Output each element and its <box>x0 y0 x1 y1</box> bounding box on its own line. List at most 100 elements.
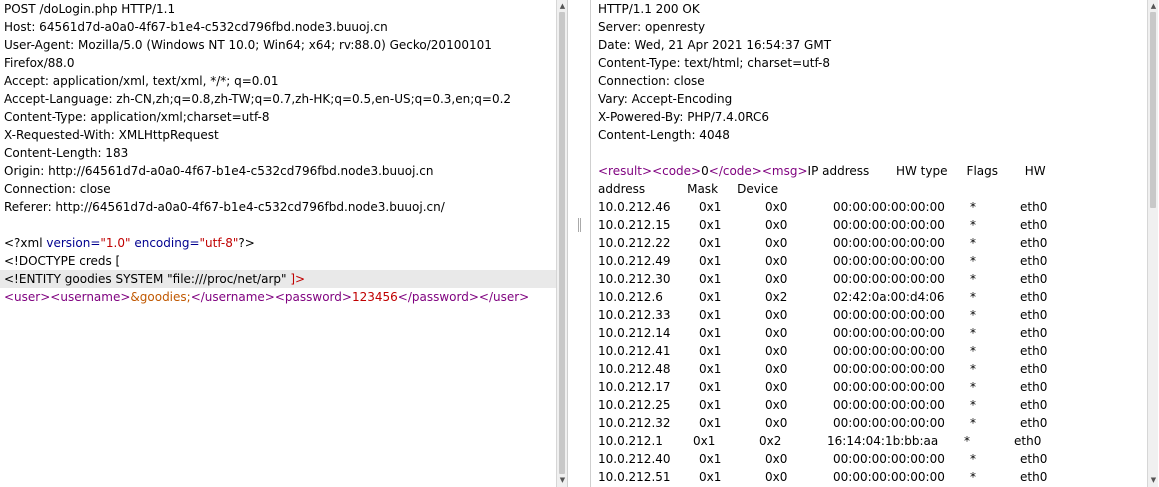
arp-cell-mac: 00:00:00:00:00:00 <box>833 362 945 376</box>
arp-cell-mask: * <box>970 218 976 232</box>
arp-cell-mask: * <box>970 254 976 268</box>
arp-cell-ip: 10.0.212.49 <box>598 254 671 268</box>
arp-cell-mac: 00:00:00:00:00:00 <box>833 344 945 358</box>
arp-row: 10.0.212.30 0x1 0x0 00:00:00:00:00:00 * eth0 <box>591 270 1146 288</box>
arp-cell-flags: 0x0 <box>765 362 788 376</box>
arp-cell-mask: * <box>970 344 976 358</box>
request-header-line: Referer: http://64561d7d-a0a0-4f67-b1e4-… <box>4 200 445 214</box>
scroll-down-icon[interactable]: ▼ <box>1149 476 1158 485</box>
response-blank-line <box>591 144 1146 162</box>
arp-cell-mac: 02:42:0a:00:d4:06 <box>833 290 945 304</box>
arp-row: 10.0.212.33 0x1 0x0 00:00:00:00:00:00 * eth0 <box>591 306 1146 324</box>
request-header-line: Origin: http://64561d7d-a0a0-4f67-b1e4-c… <box>4 164 434 178</box>
request-scrollbar[interactable]: ▲ ▼ <box>556 0 567 487</box>
request-scrollbar-thumb[interactable] <box>559 12 565 474</box>
arp-cell-ip: 10.0.212.1 <box>598 434 663 448</box>
arp-cell-device: eth0 <box>1020 272 1048 286</box>
arp-row: 10.0.212.40 0x1 0x0 00:00:00:00:00:00 * eth0 <box>591 450 1146 468</box>
arp-cell-type: 0x1 <box>699 200 722 214</box>
arp-row: 10.0.212.41 0x1 0x0 00:00:00:00:00:00 * eth0 <box>591 342 1146 360</box>
arp-cell-mask: * <box>970 452 976 466</box>
response-header-line: Date: Wed, 21 Apr 2021 16:54:37 GMT <box>598 38 832 52</box>
xml-body-line: <user><username>&goodies;</username><pas… <box>4 290 530 304</box>
pane-splitter[interactable] <box>567 0 591 487</box>
arp-cell-mask: * <box>970 236 976 250</box>
arp-row: 10.0.212.14 0x1 0x0 00:00:00:00:00:00 * eth0 <box>591 324 1146 342</box>
arp-cell-mac: 00:00:00:00:00:00 <box>833 470 945 484</box>
xml-declaration: <?xml version="1.0" encoding="utf-8"?> <box>4 236 255 250</box>
request-editor[interactable]: POST /doLogin.php HTTP/1.1 Host: 64561d7d… <box>0 0 556 487</box>
arp-cell-flags: 0x0 <box>765 218 788 232</box>
arp-cell-mask: * <box>970 362 976 376</box>
request-header-line: Accept: application/xml, text/xml, */*; … <box>4 74 279 88</box>
arp-cell-device: eth0 <box>1020 254 1048 268</box>
arp-cell-device: eth0 <box>1020 326 1048 340</box>
arp-cell-ip: 10.0.212.14 <box>598 326 671 340</box>
arp-cell-flags: 0x0 <box>765 254 788 268</box>
arp-cell-ip: 10.0.212.46 <box>598 200 671 214</box>
arp-cell-ip: 10.0.212.32 <box>598 416 671 430</box>
response-scrollbar-thumb[interactable] <box>1150 12 1156 208</box>
request-header-line: X-Requested-With: XMLHttpRequest <box>4 128 219 142</box>
arp-row: 10.0.212.1 0x1 0x2 16:14:04:1b:bb:aa * eth0 <box>591 432 1146 450</box>
arp-cell-ip: 10.0.212.25 <box>598 398 671 412</box>
arp-cell-mac: 00:00:00:00:00:00 <box>833 218 945 232</box>
arp-cell-flags: 0x2 <box>759 434 782 448</box>
request-header-line: Content-Length: 183 <box>4 146 129 160</box>
arp-cell-flags: 0x0 <box>765 380 788 394</box>
arp-cell-mac: 00:00:00:00:00:00 <box>833 200 945 214</box>
arp-cell-type: 0x1 <box>699 290 722 304</box>
request-header-line: Connection: close <box>4 182 111 196</box>
arp-cell-device: eth0 <box>1020 236 1048 250</box>
arp-cell-mac: 00:00:00:00:00:00 <box>833 308 945 322</box>
arp-cell-mask: * <box>970 290 976 304</box>
splitter-grip-icon[interactable] <box>578 218 581 232</box>
arp-cell-mask: * <box>964 434 970 448</box>
arp-cell-flags: 0x0 <box>765 398 788 412</box>
scroll-up-icon[interactable]: ▲ <box>558 2 567 11</box>
arp-cell-ip: 10.0.212.41 <box>598 344 671 358</box>
request-header-line: Firefox/88.0 <box>4 56 75 70</box>
arp-cell-device: eth0 <box>1020 470 1048 484</box>
scroll-up-icon[interactable]: ▲ <box>1149 2 1158 11</box>
arp-cell-flags: 0x2 <box>765 290 788 304</box>
arp-cell-type: 0x1 <box>699 272 722 286</box>
arp-cell-type: 0x1 <box>699 362 722 376</box>
scroll-down-icon[interactable]: ▼ <box>558 476 567 485</box>
arp-row: 10.0.212.6 0x1 0x2 02:42:0a:00:d4:06 * eth0 <box>591 288 1146 306</box>
request-headers: POST /doLogin.php HTTP/1.1 Host: 64561d7d… <box>0 0 556 216</box>
response-header-line: Content-Length: 4048 <box>598 128 730 142</box>
arp-cell-ip: 10.0.212.30 <box>598 272 671 286</box>
arp-cell-flags: 0x0 <box>765 416 788 430</box>
arp-row: 10.0.212.51 0x1 0x0 00:00:00:00:00:00 * eth0 <box>591 468 1146 486</box>
arp-cell-mask: * <box>970 398 976 412</box>
request-header-line: Host: 64561d7d-a0a0-4f67-b1e4-c532cd796f… <box>4 20 388 34</box>
arp-row: 10.0.212.46 0x1 0x0 00:00:00:00:00:00 * eth0 <box>591 198 1146 216</box>
arp-cell-device: eth0 <box>1020 362 1048 376</box>
arp-cell-mac: 00:00:00:00:00:00 <box>833 272 945 286</box>
arp-cell-type: 0x1 <box>699 380 722 394</box>
response-body-first-line: <result><code>0</code><msg>IP address HW… <box>598 164 1046 178</box>
response-scrollbar[interactable]: ▲ ▼ <box>1147 0 1158 487</box>
arp-cell-mask: * <box>970 326 976 340</box>
arp-cell-type: 0x1 <box>699 254 722 268</box>
arp-cell-ip: 10.0.212.17 <box>598 380 671 394</box>
arp-cell-type: 0x1 <box>699 326 722 340</box>
arp-cell-type: 0x1 <box>699 470 722 484</box>
arp-cell-ip: 10.0.212.33 <box>598 308 671 322</box>
arp-cell-ip: 10.0.212.40 <box>598 452 671 466</box>
arp-cell-flags: 0x0 <box>765 326 788 340</box>
arp-cell-device: eth0 <box>1020 452 1048 466</box>
arp-cell-ip: 10.0.212.22 <box>598 236 671 250</box>
response-body-continuation: address Mask Device <box>598 182 779 196</box>
arp-cell-mac: 00:00:00:00:00:00 <box>833 398 945 412</box>
arp-cell-type: 0x1 <box>699 218 722 232</box>
arp-cell-type: 0x1 <box>699 308 722 322</box>
arp-cell-device: eth0 <box>1020 290 1048 304</box>
arp-cell-type: 0x1 <box>693 434 716 448</box>
arp-cell-flags: 0x0 <box>765 272 788 286</box>
arp-row: 10.0.212.49 0x1 0x0 00:00:00:00:00:00 * eth0 <box>591 252 1146 270</box>
request-header-line: Accept-Language: zh-CN,zh;q=0.8,zh-TW;q=… <box>4 92 512 106</box>
arp-cell-mask: * <box>970 200 976 214</box>
response-viewer[interactable]: HTTP/1.1 200 OK Server: openresty Date: We… <box>591 0 1146 487</box>
